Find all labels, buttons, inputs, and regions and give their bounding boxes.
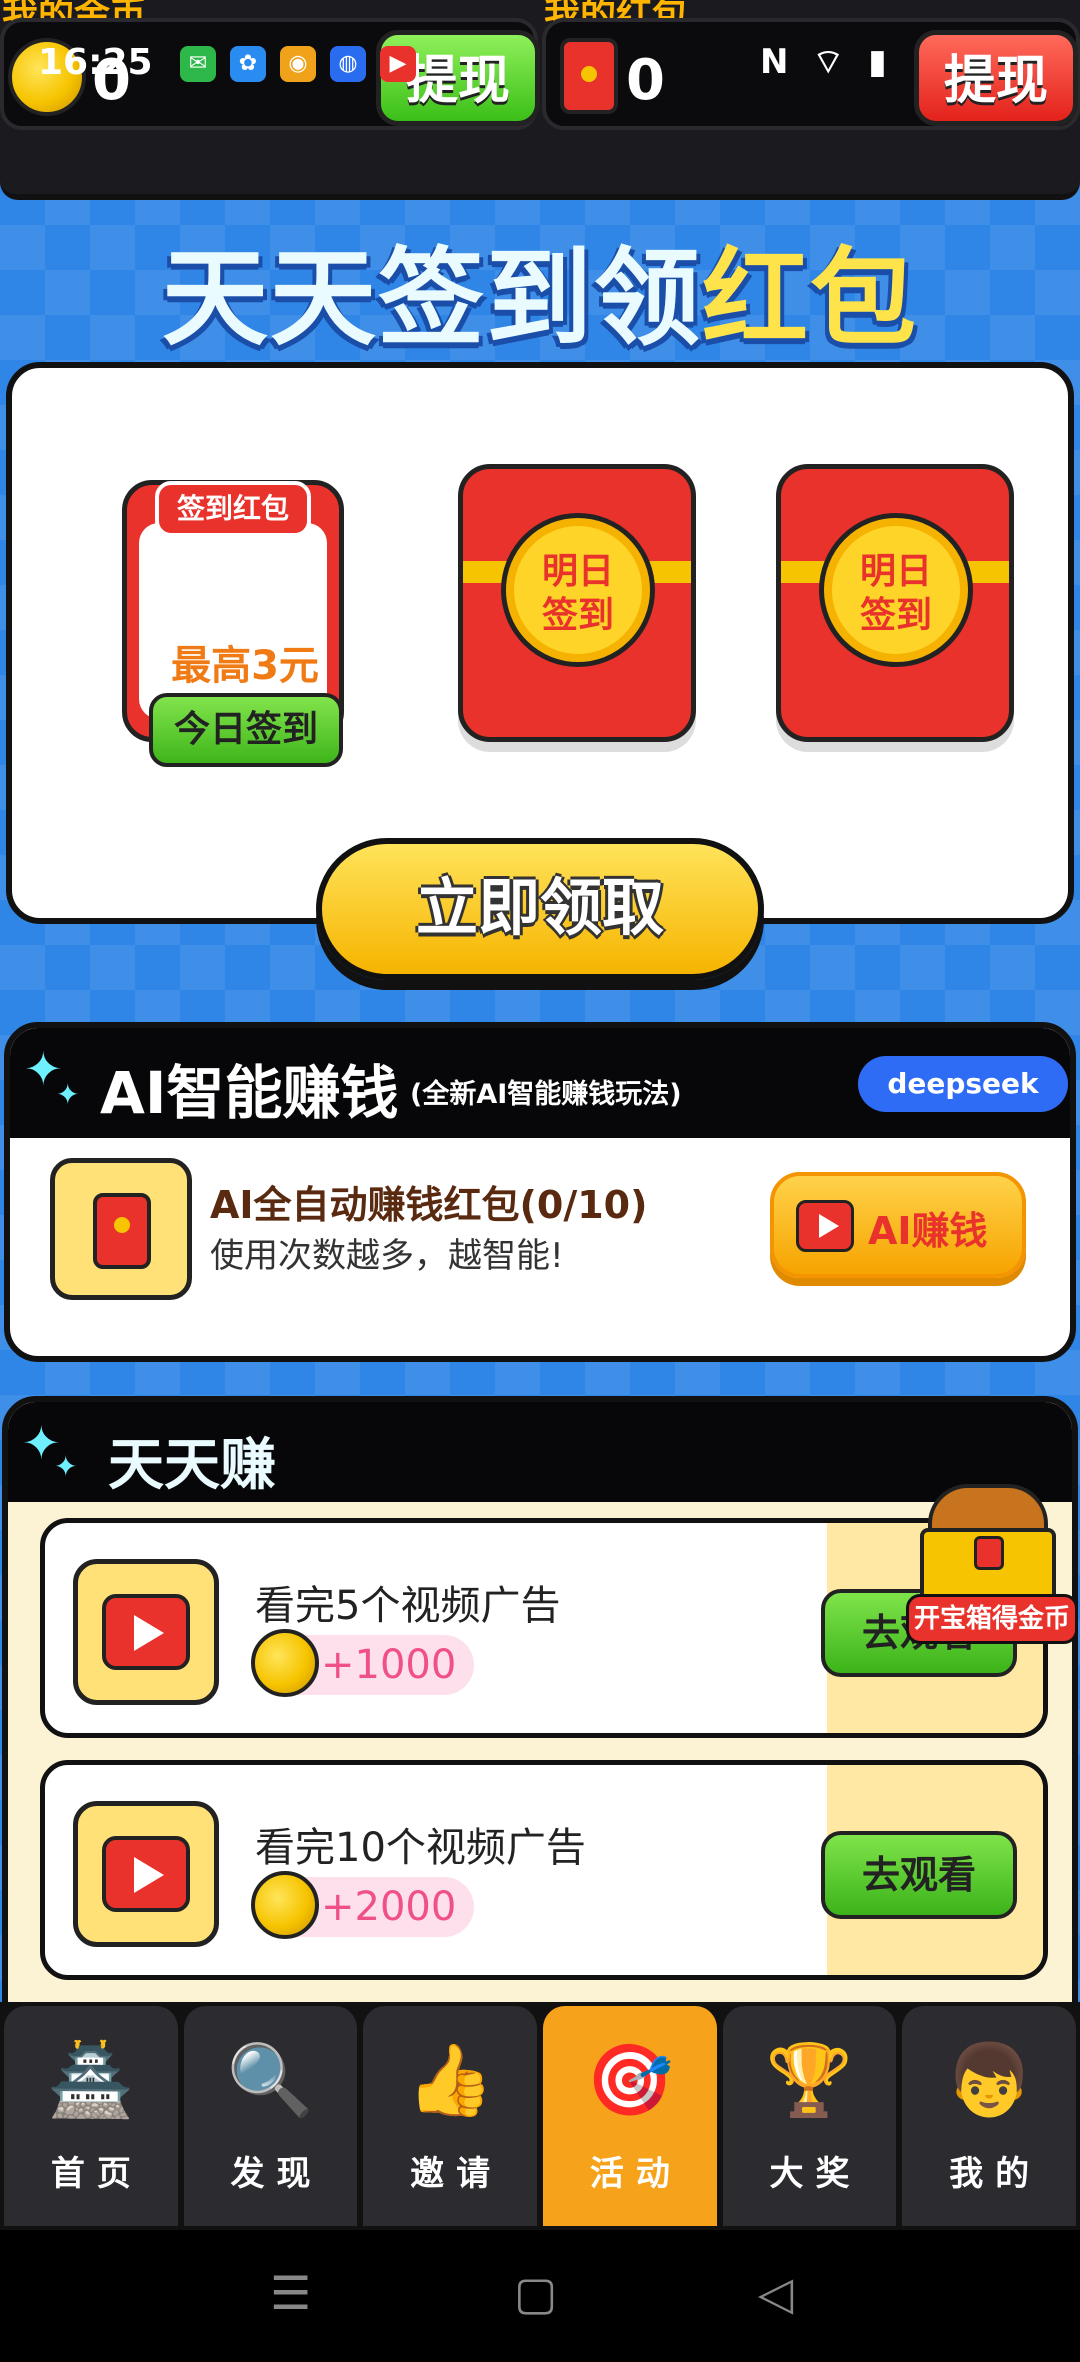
treasure-chest-icon[interactable] — [920, 1484, 1056, 1604]
video-ad-icon — [73, 1559, 219, 1705]
watch-button[interactable]: 去观看 — [821, 1831, 1017, 1919]
earn-section-header: ✦ ✦ 天天赚 — [8, 1402, 1072, 1502]
play-icon — [796, 1200, 854, 1252]
redpacket-value: 0 — [626, 48, 665, 113]
menu-icon[interactable]: ☰ — [270, 2266, 311, 2320]
signin-day-inner: 最高3元 今日签到 — [139, 523, 343, 767]
status-time: 16:25 — [38, 42, 153, 83]
day3-line1: 明日 — [859, 551, 932, 592]
today-signin-button[interactable]: 今日签到 — [149, 693, 343, 767]
nav-prize[interactable]: 🏆 大奖 — [722, 2006, 897, 2226]
ai-section-title: AI智能赚钱 — [100, 1059, 399, 1127]
wechat-icon: ✉ — [180, 46, 216, 82]
ai-redpacket-icon — [50, 1158, 192, 1300]
nav-label: 大奖 — [769, 2154, 862, 2194]
sparkle-icon: ✦ — [56, 1078, 80, 1111]
video-app-icon: ▶ — [380, 46, 416, 82]
deepseek-badge: deepseek — [858, 1056, 1068, 1112]
title-part-2: 红包 — [702, 237, 918, 360]
trophy-icon: 🏆 — [765, 2039, 854, 2121]
nav-activity[interactable]: 🎯 活动 — [543, 2006, 717, 2226]
task-name: 看完10个视频广告 — [255, 1825, 586, 1871]
signin-day-2: 明日 签到 — [458, 464, 696, 742]
signin-day-today[interactable]: 最高3元 今日签到 签到红包 — [122, 480, 344, 767]
back-icon[interactable]: ◁ — [758, 2266, 793, 2320]
day2-line2: 签到 — [541, 595, 614, 636]
red-envelope-icon — [560, 38, 618, 114]
earn-section-title: 天天赚 — [108, 1433, 276, 1498]
nav-label: 活动 — [589, 2154, 682, 2194]
daily-earn-card: ✦ ✦ 天天赚 看完5个视频广告 +1000 去观看 看完10个视频广告 +20… — [2, 1396, 1078, 2016]
ai-section-header: ✦ ✦ AI智能赚钱 (全新AI智能赚钱玩法) deepseek — [10, 1028, 1070, 1138]
sparkle-icon: ✦ — [54, 1450, 78, 1483]
nav-home[interactable]: 🏯 首页 — [4, 2006, 178, 2226]
signin-day-3: 明日 签到 — [776, 464, 1014, 742]
page-title: 天天签到领红包 — [0, 212, 1080, 366]
bottom-nav: 🏯 首页 🔍 发现 👍 邀请 🎯 活动 🏆 大奖 👦 我的 — [0, 2002, 1080, 2230]
day2-line1: 明日 — [541, 551, 614, 592]
system-nav-bar: ☰ ▢ ◁ — [0, 2230, 1080, 2362]
target-icon: 🎯 — [586, 2039, 674, 2121]
wallet-bar: 我的金币 我的红包 0 提现 0 提现 16:25 ✉ ✿ ◉ ◍ ▶ N ⌔ … — [0, 0, 1080, 200]
envelope-seal: 明日 签到 — [501, 513, 655, 667]
app-icon: ◍ — [330, 46, 366, 82]
day3-line2: 签到 — [859, 595, 932, 636]
status-icons: N ⌔ ▮ — [760, 42, 893, 82]
task-card: 看完10个视频广告 +2000 去观看 — [40, 1760, 1048, 1980]
ai-earn-button[interactable]: AI赚钱 — [770, 1172, 1026, 1278]
avatar-icon: 👦 — [945, 2039, 1033, 2121]
temple-icon: 🏯 — [47, 2039, 135, 2121]
claim-now-button[interactable]: 立即领取 — [316, 838, 764, 980]
deepseek-logo-text: deepseek — [887, 1067, 1039, 1100]
notification-icons: ✉ ✿ ◉ ◍ ▶ — [180, 46, 416, 82]
task-reward-value: +1000 — [321, 1642, 457, 1688]
chest-lid — [928, 1484, 1048, 1534]
clapper-icon — [102, 1594, 190, 1670]
task-reward-value: +2000 — [321, 1884, 457, 1930]
magnifier-icon: 🔍 — [226, 2039, 315, 2121]
clapper-icon — [102, 1836, 190, 1912]
gold-coin-icon — [251, 1871, 319, 1939]
today-max-reward: 最高3元 — [171, 643, 319, 689]
task-card: 看完5个视频广告 +1000 去观看 — [40, 1518, 1048, 1738]
task-reward: +2000 — [251, 1871, 475, 1939]
task-name: 看完5个视频广告 — [255, 1583, 561, 1629]
open-chest-label[interactable]: 开宝箱得金币 — [906, 1594, 1078, 1644]
video-ad-icon — [73, 1801, 219, 1947]
weibo-icon: ◉ — [280, 46, 316, 82]
nav-mine[interactable]: 👦 我的 — [902, 2006, 1077, 2226]
hand-icon: 👍 — [406, 2039, 494, 2121]
signin-redpacket-tag: 签到红包 — [155, 481, 311, 537]
home-icon[interactable]: ▢ — [514, 2266, 557, 2320]
ai-earn-button-label: AI赚钱 — [868, 1209, 988, 1253]
ai-section-subtitle: (全新AI智能赚钱玩法) — [410, 1079, 682, 1110]
lock-icon — [974, 1536, 1004, 1570]
ai-task-title: AI全自动赚钱红包(0/10) — [210, 1183, 648, 1227]
nav-label: 首页 — [50, 2154, 143, 2194]
nav-label: 发现 — [230, 2154, 323, 2194]
gold-coin-icon — [251, 1629, 319, 1697]
ai-earn-card: ✦ ✦ AI智能赚钱 (全新AI智能赚钱玩法) deepseek AI全自动赚钱… — [4, 1022, 1076, 1362]
task-reward: +1000 — [251, 1629, 475, 1697]
nav-invite[interactable]: 👍 邀请 — [363, 2006, 538, 2226]
ai-task-desc: 使用次数越多，越智能! — [210, 1236, 564, 1276]
red-envelope-icon — [93, 1193, 151, 1269]
envelope-seal: 明日 签到 — [819, 513, 973, 667]
nav-discover[interactable]: 🔍 发现 — [183, 2006, 358, 2226]
nav-label: 邀请 — [410, 2154, 503, 2194]
title-part-1: 天天签到领 — [162, 237, 702, 360]
nav-label: 我的 — [949, 2154, 1042, 2194]
pinwheel-icon: ✿ — [230, 46, 266, 82]
redpacket-withdraw-button[interactable]: 提现 — [914, 30, 1078, 126]
